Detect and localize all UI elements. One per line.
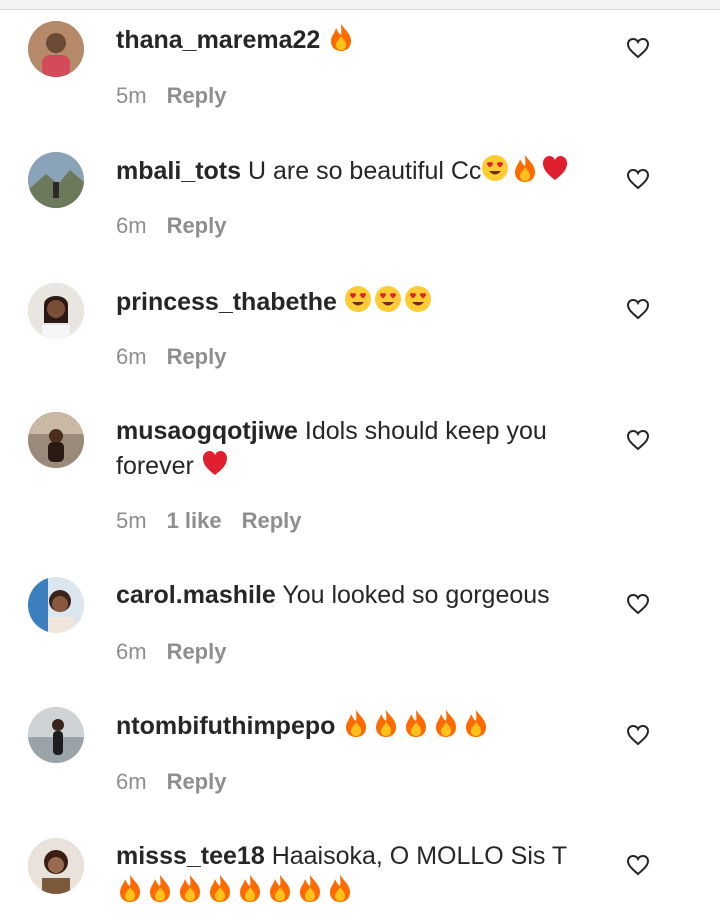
heart-outline-icon[interactable]	[626, 593, 650, 615]
reply-button[interactable]: Reply	[167, 639, 227, 664]
heart-outline-icon[interactable]	[626, 37, 650, 59]
heart-eyes-emoji	[374, 284, 402, 314]
heart-eyes-emoji	[404, 284, 432, 314]
comment-time: 6m	[116, 639, 147, 664]
user-avatar[interactable]	[28, 412, 84, 468]
comment-meta: 5m Reply	[116, 83, 246, 109]
comment-time: 6m	[116, 344, 147, 369]
fire-emoji	[462, 708, 490, 738]
fire-emoji	[116, 873, 144, 903]
reply-button[interactable]: Reply	[167, 83, 227, 108]
comment-text: carol.mashile You looked so gorgeous	[116, 578, 596, 612]
fire-emoji	[402, 708, 430, 738]
fire-emoji	[206, 873, 234, 903]
comment-meta: 6m Reply	[116, 213, 246, 239]
fire-emoji	[296, 873, 324, 903]
comment-body: You looked so gorgeous	[282, 581, 550, 609]
heart-outline-icon[interactable]	[626, 854, 650, 876]
heart-outline-icon[interactable]	[626, 429, 650, 451]
red-heart-emoji	[541, 153, 569, 183]
user-avatar[interactable]	[28, 577, 84, 633]
user-avatar[interactable]	[28, 707, 84, 763]
red-heart-emoji	[201, 448, 229, 478]
fire-emoji	[511, 153, 539, 183]
heart-eyes-emoji	[481, 153, 509, 183]
user-avatar[interactable]	[28, 21, 84, 77]
like-count[interactable]: 1 like	[167, 508, 222, 533]
fire-emoji	[327, 22, 355, 52]
fire-emoji	[432, 708, 460, 738]
comment-username[interactable]: carol.mashile	[116, 581, 276, 609]
comment-username[interactable]: musaogqotjiwe	[116, 417, 298, 445]
comment-body: U are so beautiful Cc	[247, 157, 482, 185]
fire-emoji	[342, 708, 370, 738]
reply-button[interactable]: Reply	[167, 344, 227, 369]
comment-username[interactable]: mbali_tots	[116, 157, 241, 185]
comment-meta: 6m Reply	[116, 769, 246, 795]
fire-emoji	[326, 873, 354, 903]
fire-emoji	[176, 873, 204, 903]
reply-button[interactable]: Reply	[167, 213, 227, 238]
fire-emoji	[236, 873, 264, 903]
comment-time: 5m	[116, 508, 147, 533]
comment-text: misss_tee18 Haaisoka, O MOLLO Sis T	[116, 839, 596, 908]
comment-meta: 5m 1 like Reply	[116, 508, 322, 534]
user-avatar[interactable]	[28, 152, 84, 208]
comment-time: 6m	[116, 769, 147, 794]
fire-emoji	[266, 873, 294, 903]
comment-username[interactable]: misss_tee18	[116, 842, 265, 870]
heart-outline-icon[interactable]	[626, 298, 650, 320]
comment-time: 6m	[116, 213, 147, 238]
comment-text: mbali_tots U are so beautiful Cc	[116, 153, 596, 188]
comment-username[interactable]: ntombifuthimpepo	[116, 712, 335, 740]
user-avatar[interactable]	[28, 838, 84, 894]
comment-meta: 6m Reply	[116, 639, 246, 665]
comment-body: Haaisoka, O MOLLO Sis T	[271, 842, 567, 870]
heart-eyes-emoji	[344, 284, 372, 314]
comment-meta: 6m Reply	[116, 344, 246, 370]
comment-username[interactable]: princess_thabethe	[116, 288, 337, 316]
comment-text: princess_thabethe	[116, 284, 596, 319]
top-divider	[0, 0, 720, 10]
reply-button[interactable]: Reply	[242, 508, 302, 533]
user-avatar[interactable]	[28, 283, 84, 339]
fire-emoji	[372, 708, 400, 738]
heart-outline-icon[interactable]	[626, 168, 650, 190]
fire-emoji	[146, 873, 174, 903]
comment-text: thana_marema22	[116, 22, 596, 57]
comment-time: 5m	[116, 83, 147, 108]
heart-outline-icon[interactable]	[626, 724, 650, 746]
comment-username[interactable]: thana_marema22	[116, 26, 320, 54]
comment-text: ntombifuthimpepo	[116, 708, 596, 743]
reply-button[interactable]: Reply	[167, 769, 227, 794]
comment-text: musaogqotjiwe Idols should keep you fore…	[116, 414, 596, 483]
